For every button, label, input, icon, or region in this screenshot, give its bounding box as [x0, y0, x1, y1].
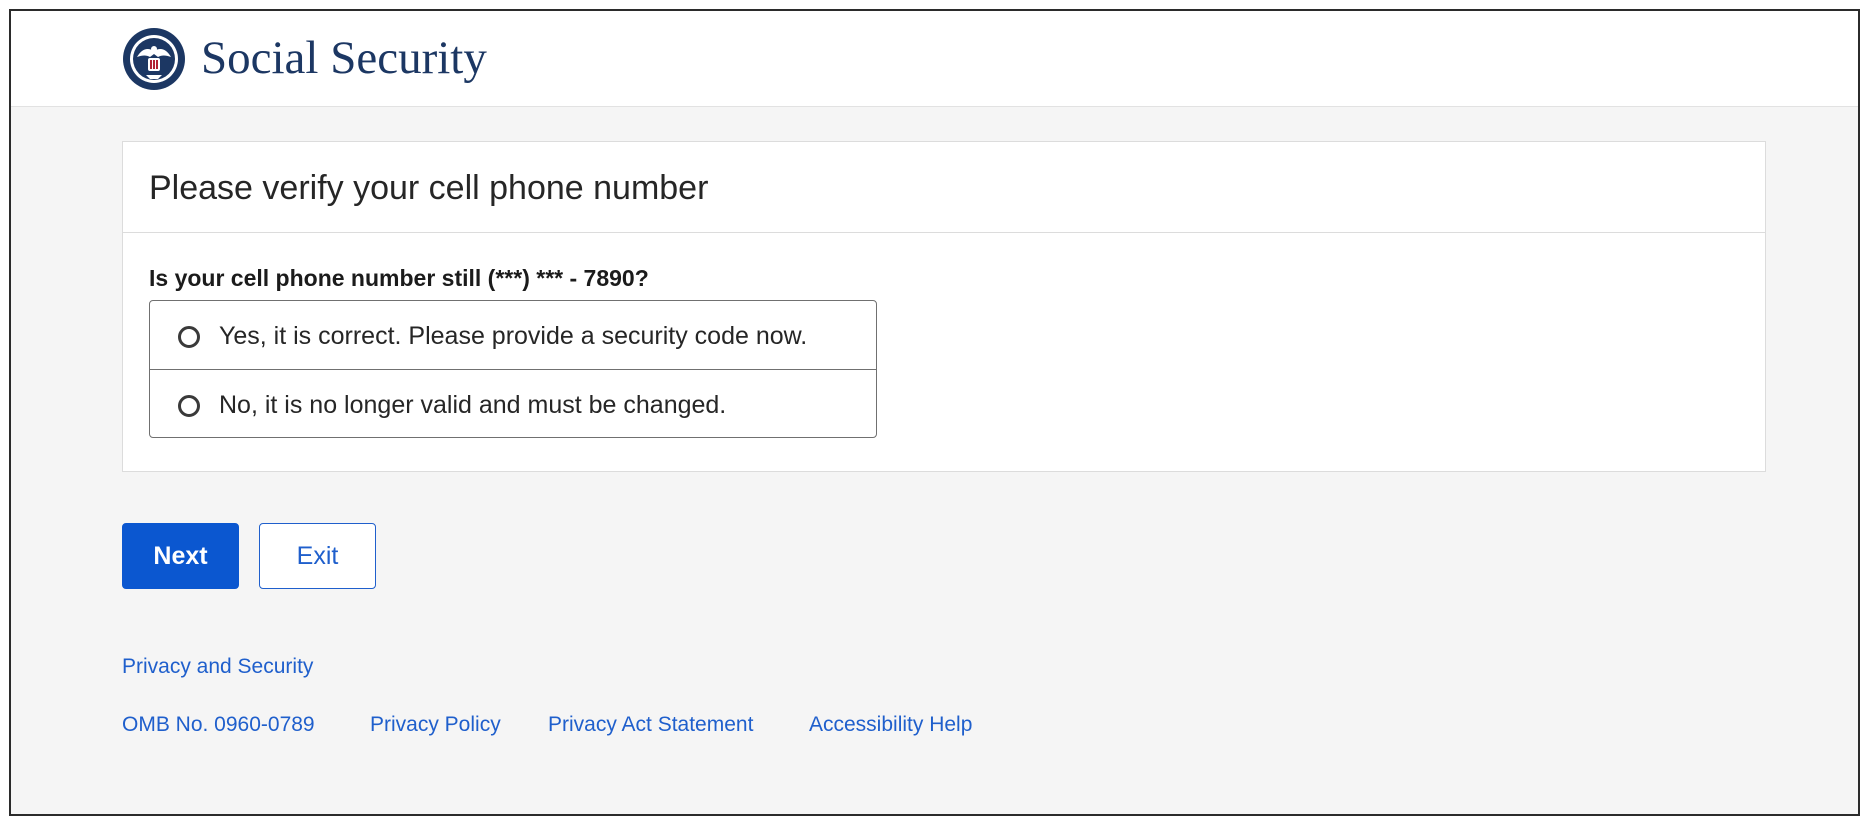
- radio-button-yes[interactable]: [178, 326, 200, 348]
- next-button[interactable]: Next: [122, 523, 239, 589]
- verify-phone-card: Please verify your cell phone number Is …: [122, 141, 1766, 472]
- ssa-seal-icon: [123, 28, 185, 90]
- privacy-act-statement-link[interactable]: Privacy Act Statement: [548, 712, 753, 738]
- privacy-and-security-link[interactable]: Privacy and Security: [122, 654, 313, 680]
- option-no-change[interactable]: No, it is no longer valid and must be ch…: [150, 369, 876, 437]
- phone-question-label: Is your cell phone number still (***) **…: [149, 265, 649, 291]
- option-no-label[interactable]: No, it is no longer valid and must be ch…: [219, 390, 726, 420]
- page-frame: Social Security Please verify your cell …: [9, 9, 1860, 816]
- card-title: Please verify your cell phone number: [149, 169, 709, 207]
- exit-button[interactable]: Exit: [259, 523, 376, 589]
- site-header: Social Security: [11, 11, 1858, 107]
- card-divider: [123, 232, 1765, 233]
- phone-options-group: Yes, it is correct. Please provide a sec…: [149, 300, 877, 438]
- option-yes-label[interactable]: Yes, it is correct. Please provide a sec…: [219, 321, 807, 351]
- privacy-policy-link[interactable]: Privacy Policy: [370, 712, 501, 738]
- accessibility-help-link[interactable]: Accessibility Help: [809, 712, 972, 738]
- option-yes-correct[interactable]: Yes, it is correct. Please provide a sec…: [150, 301, 876, 369]
- omb-number: OMB No. 0960-0789: [122, 713, 315, 736]
- radio-button-no[interactable]: [178, 395, 200, 417]
- site-brand-title: Social Security: [201, 32, 487, 84]
